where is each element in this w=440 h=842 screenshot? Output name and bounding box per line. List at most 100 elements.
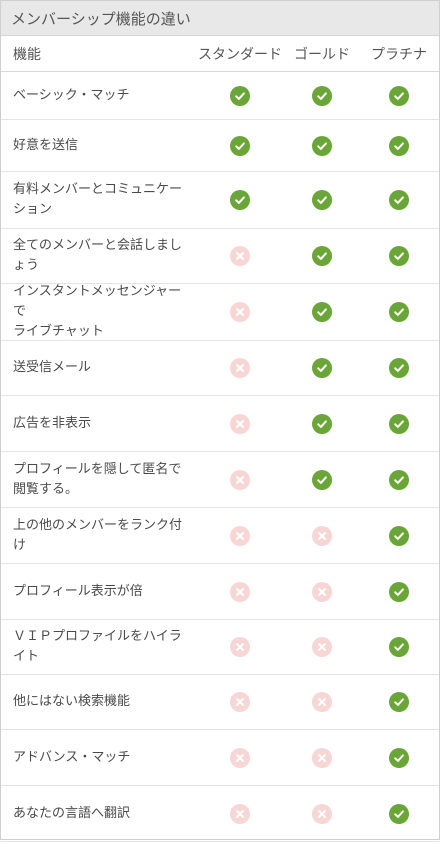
feature-label: アドバンス・マッチ: [13, 749, 131, 765]
cross-icon: [312, 803, 332, 824]
standard-cell: [197, 803, 283, 824]
standard-cell: [197, 692, 283, 712]
platinum-cell: [361, 246, 437, 266]
check-icon: [312, 413, 332, 434]
gold-cell: [283, 302, 361, 322]
feature-table-body: ベーシック・マッチ 好意を送信有料メンバーとコミュニケーション 全てのメンバーと会話…: [1, 72, 439, 842]
feature-label: あなたの言語へ翻訳: [13, 805, 131, 821]
cross-icon: [230, 581, 250, 602]
standard-cell: [197, 413, 283, 434]
cross-icon: [312, 525, 332, 546]
check-icon: [389, 803, 409, 824]
gold-cell: [283, 413, 361, 434]
feature-label: 上の他のメンバーをランク付け: [13, 517, 183, 553]
check-icon: [389, 525, 409, 546]
platinum-cell: [361, 190, 437, 210]
check-icon: [312, 469, 332, 490]
platinum-cell: [361, 413, 437, 434]
column-header-feature: 機能: [13, 46, 41, 63]
check-icon: [312, 302, 332, 322]
cross-icon: [230, 358, 250, 378]
column-header-standard: スタンダード: [198, 46, 282, 63]
gold-cell: [283, 692, 361, 712]
column-header-gold: ゴールド: [294, 46, 350, 63]
platinum-cell: [361, 747, 437, 768]
table-row: アドバンス・マッチ: [1, 730, 439, 786]
check-icon: [389, 135, 409, 156]
feature-label: 送受信メール: [13, 360, 92, 375]
standard-cell: [197, 525, 283, 546]
platinum-cell: [361, 692, 437, 712]
standard-cell: [197, 358, 283, 378]
check-icon: [389, 246, 409, 266]
feature-label: ＶＩＰプロファイルをハイライト: [13, 629, 182, 664]
check-icon: [312, 246, 332, 266]
check-icon: [312, 190, 332, 210]
platinum-cell: [361, 581, 437, 602]
cross-icon: [230, 637, 250, 657]
gold-cell: [283, 85, 361, 106]
cross-icon: [230, 246, 250, 266]
platinum-cell: [361, 85, 437, 106]
table-row: 上の他のメンバーをランク付け: [1, 508, 439, 564]
cross-icon: [312, 747, 332, 768]
feature-label: 好意を送信: [13, 137, 79, 153]
cross-icon: [312, 692, 332, 712]
cross-icon: [230, 803, 250, 824]
feature-label: 全てのメンバーと会話しましょう: [13, 238, 183, 273]
platinum-cell: [361, 358, 437, 378]
platinum-cell: [361, 637, 437, 657]
check-icon: [312, 135, 332, 156]
column-header-platinum: プラチナ: [371, 46, 427, 63]
table-row: インスタントメッセンジャーで ライブチャット: [1, 284, 439, 341]
table-row: プロフィール表示が倍: [1, 564, 439, 620]
check-icon: [230, 190, 250, 210]
platinum-cell: [361, 803, 437, 824]
check-icon: [389, 302, 409, 322]
cross-icon: [230, 469, 250, 490]
check-icon: [230, 85, 250, 106]
cross-icon: [230, 525, 250, 546]
gold-cell: [283, 803, 361, 824]
platinum-cell: [361, 135, 437, 156]
feature-label: 他にはない検索機能: [13, 694, 131, 709]
table-row: 好意を送信: [1, 120, 439, 172]
standard-cell: [197, 246, 283, 266]
table-row: 送受信メール: [1, 341, 439, 396]
standard-cell: [197, 469, 283, 490]
gold-cell: [283, 525, 361, 546]
feature-label: ベーシック・マッチ: [13, 87, 130, 103]
standard-cell: [197, 581, 283, 602]
check-icon: [389, 747, 409, 768]
check-icon: [389, 190, 409, 210]
check-icon: [389, 469, 409, 490]
platinum-cell: [361, 302, 437, 322]
column-header-row: 機能 スタンダード ゴールド プラチナ: [1, 36, 439, 72]
feature-label: インスタントメッセンジャーで ライブチャット: [13, 284, 182, 339]
title-text: メンバーシップ機能の違い: [11, 9, 191, 28]
feature-label: 有料メンバーとコミュニケーション: [13, 182, 183, 217]
feature-label: プロフィールを隠して匿名で 閲覧する。: [13, 461, 182, 497]
check-icon: [230, 135, 250, 156]
gold-cell: [283, 747, 361, 768]
cross-icon: [230, 302, 250, 322]
page-title: メンバーシップ機能の違い: [1, 1, 439, 36]
table-row: あなたの言語へ翻訳: [1, 786, 439, 842]
table-row: 広告を非表示: [1, 396, 439, 452]
table-row: プロフィールを隠して匿名で 閲覧する。: [1, 452, 439, 508]
check-icon: [389, 692, 409, 712]
gold-cell: [283, 637, 361, 657]
cross-icon: [312, 581, 332, 602]
platinum-cell: [361, 525, 437, 546]
table-row: 有料メンバーとコミュニケーション: [1, 172, 439, 229]
standard-cell: [197, 135, 283, 156]
check-icon: [312, 358, 332, 378]
gold-cell: [283, 358, 361, 378]
check-icon: [389, 358, 409, 378]
feature-label: プロフィール表示が倍: [13, 583, 143, 599]
check-icon: [389, 637, 409, 657]
table-row: ＶＩＰプロファイルをハイライト: [1, 620, 439, 675]
table-row: ベーシック・マッチ: [1, 72, 439, 120]
gold-cell: [283, 246, 361, 266]
membership-comparison-panel: メンバーシップ機能の違い 機能 スタンダード ゴールド プラチナ ベーシック・マ…: [0, 0, 440, 842]
